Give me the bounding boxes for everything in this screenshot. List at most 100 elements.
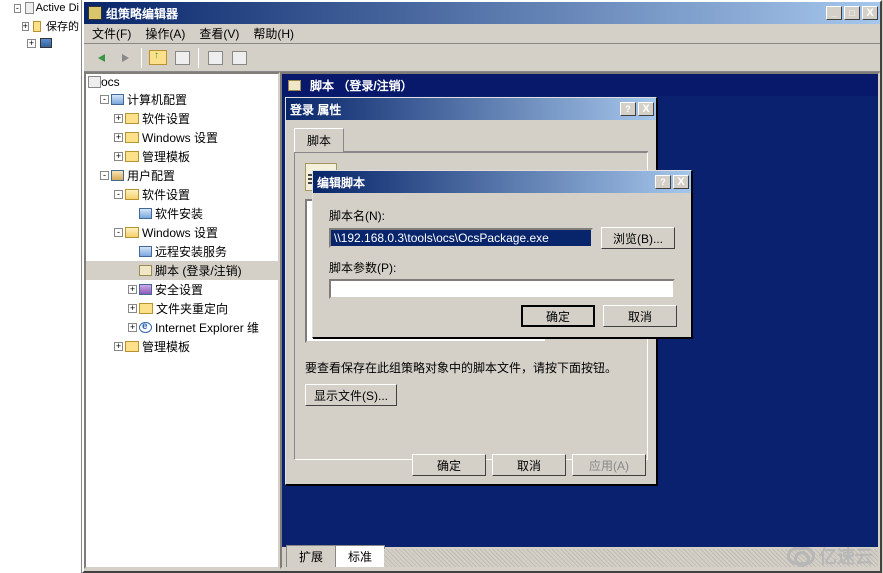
tree-security-settings[interactable]: + 安全设置	[86, 280, 278, 299]
tab-standard[interactable]: 标准	[335, 545, 385, 567]
ok-button[interactable]: 确定	[521, 305, 595, 327]
menu-action[interactable]: 操作(A)	[145, 25, 185, 42]
script-params-label: 脚本参数(P):	[329, 259, 675, 276]
menu-file[interactable]: 文件(F)	[92, 25, 131, 42]
tree-software-settings-u[interactable]: - 软件设置	[86, 185, 278, 204]
tab-scripts[interactable]: 脚本	[294, 128, 344, 152]
tree-computer-config[interactable]: - 计算机配置	[86, 90, 278, 109]
tree-admin-templates-u[interactable]: + 管理模板	[86, 337, 278, 356]
host-tree-panel: - Active Di + 保存的 +	[0, 0, 82, 573]
content-header: 脚本 （登录/注销）	[282, 74, 878, 97]
tree-admin-templates[interactable]: + 管理模板	[86, 147, 278, 166]
folder-icon	[125, 132, 139, 143]
folder-icon	[125, 151, 139, 162]
tree-label: ocs	[101, 75, 120, 89]
cancel-button[interactable]: 取消	[492, 454, 566, 476]
tree-label: 软件设置	[142, 186, 190, 203]
tree-label: 远程安装服务	[155, 243, 227, 260]
collapse-icon[interactable]: -	[100, 171, 109, 180]
script-name-input[interactable]	[329, 228, 593, 248]
tree-label: Windows 设置	[142, 129, 218, 146]
expand-icon[interactable]: +	[128, 323, 137, 332]
dialog2-titlebar: 编辑脚本 ? X	[313, 171, 691, 193]
browse-button[interactable]: 浏览(B)...	[601, 227, 675, 249]
computer-icon	[111, 94, 124, 105]
help-button[interactable]: ?	[620, 102, 636, 116]
dialog2-title: 编辑脚本	[317, 174, 365, 191]
security-icon	[139, 284, 152, 295]
tree-ie-settings[interactable]: + Internet Explorer 维	[86, 318, 278, 337]
minimize-button[interactable]: _	[826, 6, 842, 20]
expand-icon[interactable]: +	[128, 285, 137, 294]
menu-help[interactable]: 帮助(H)	[253, 25, 294, 42]
close-button[interactable]: X	[673, 175, 689, 189]
tree-label: 管理模板	[142, 148, 190, 165]
tb-properties-button[interactable]	[171, 47, 193, 69]
close-button[interactable]: X	[638, 102, 654, 116]
collapse-icon[interactable]: -	[114, 228, 123, 237]
tree-windows-settings[interactable]: + Windows 设置	[86, 128, 278, 147]
host-tree-item-ad[interactable]: - Active Di	[0, 0, 81, 16]
tree-label: 软件安装	[155, 205, 203, 222]
script-params-input[interactable]	[329, 279, 675, 299]
tree-windows-settings-u[interactable]: - Windows 设置	[86, 223, 278, 242]
tree-software-install[interactable]: 软件安装	[86, 204, 278, 223]
menu-view[interactable]: 查看(V)	[199, 25, 239, 42]
expander-icon[interactable]: -	[14, 4, 21, 13]
watermark: 亿速云	[787, 543, 873, 569]
folder-icon	[125, 113, 139, 124]
tree-folder-redirect[interactable]: + 文件夹重定向	[86, 299, 278, 318]
tree-user-config[interactable]: -用户配置	[86, 166, 278, 185]
expand-icon[interactable]: +	[114, 342, 123, 351]
expand-icon[interactable]: +	[114, 114, 123, 123]
toolbar	[84, 44, 880, 72]
help-button[interactable]: ?	[655, 175, 671, 189]
expand-icon[interactable]: +	[114, 133, 123, 142]
tree-label: 安全设置	[155, 281, 203, 298]
watermark-text: 亿速云	[819, 543, 873, 569]
titlebar: 组策略编辑器 _ □ X	[84, 2, 880, 24]
expand-icon[interactable]: +	[114, 152, 123, 161]
user-icon	[111, 170, 124, 181]
apply-button[interactable]: 应用(A)	[572, 454, 646, 476]
tree-label: 文件夹重定向	[156, 300, 228, 317]
collapse-icon[interactable]: -	[100, 95, 109, 104]
ad-icon	[25, 2, 34, 14]
expander-icon[interactable]: +	[22, 22, 29, 31]
tree-label: Internet Explorer 维	[155, 319, 259, 336]
ie-icon	[139, 322, 152, 333]
host-tree-item-saved[interactable]: + 保存的	[0, 16, 81, 36]
tree-software-settings[interactable]: + 软件设置	[86, 109, 278, 128]
tree-root[interactable]: ocs	[86, 74, 278, 90]
close-button[interactable]: X	[862, 6, 878, 20]
maximize-button[interactable]: □	[844, 6, 860, 20]
tb-back-button[interactable]	[90, 47, 112, 69]
collapse-icon[interactable]: -	[114, 190, 123, 199]
folder-icon	[139, 303, 153, 314]
tree-scripts-logon[interactable]: 脚本 (登录/注销)	[86, 261, 278, 280]
show-files-button[interactable]: 显示文件(S)...	[305, 384, 397, 406]
gp-tree-panel: ocs - 计算机配置 + 软件设置 + Windows 设置 + 管理模板 -用户配置…	[84, 72, 280, 569]
tb-forward-button[interactable]	[114, 47, 136, 69]
tb-refresh-button[interactable]	[204, 47, 226, 69]
tb-export-button[interactable]	[228, 47, 250, 69]
expander-icon[interactable]: +	[27, 39, 36, 48]
tab-extended[interactable]: 扩展	[286, 545, 336, 567]
tb-up-button[interactable]	[147, 47, 169, 69]
expand-icon[interactable]: +	[128, 304, 137, 313]
host-tree-label: 保存的	[46, 18, 79, 34]
tree-label: 管理模板	[142, 338, 190, 355]
dialog1-title: 登录 属性	[290, 101, 341, 118]
export-icon	[232, 51, 247, 65]
tree-label: Windows 设置	[142, 224, 218, 241]
ok-button[interactable]: 确定	[412, 454, 486, 476]
cancel-button[interactable]: 取消	[603, 305, 677, 327]
tree-label: 计算机配置	[127, 91, 187, 108]
script-icon	[139, 265, 152, 276]
monitor-icon	[40, 38, 52, 48]
script-name-label: 脚本名(N):	[329, 207, 675, 224]
tree-remote-install[interactable]: 远程安装服务	[86, 242, 278, 261]
tree-label: 软件设置	[142, 110, 190, 127]
host-tree-item-blank[interactable]: +	[0, 36, 81, 50]
policy-icon	[88, 76, 101, 88]
